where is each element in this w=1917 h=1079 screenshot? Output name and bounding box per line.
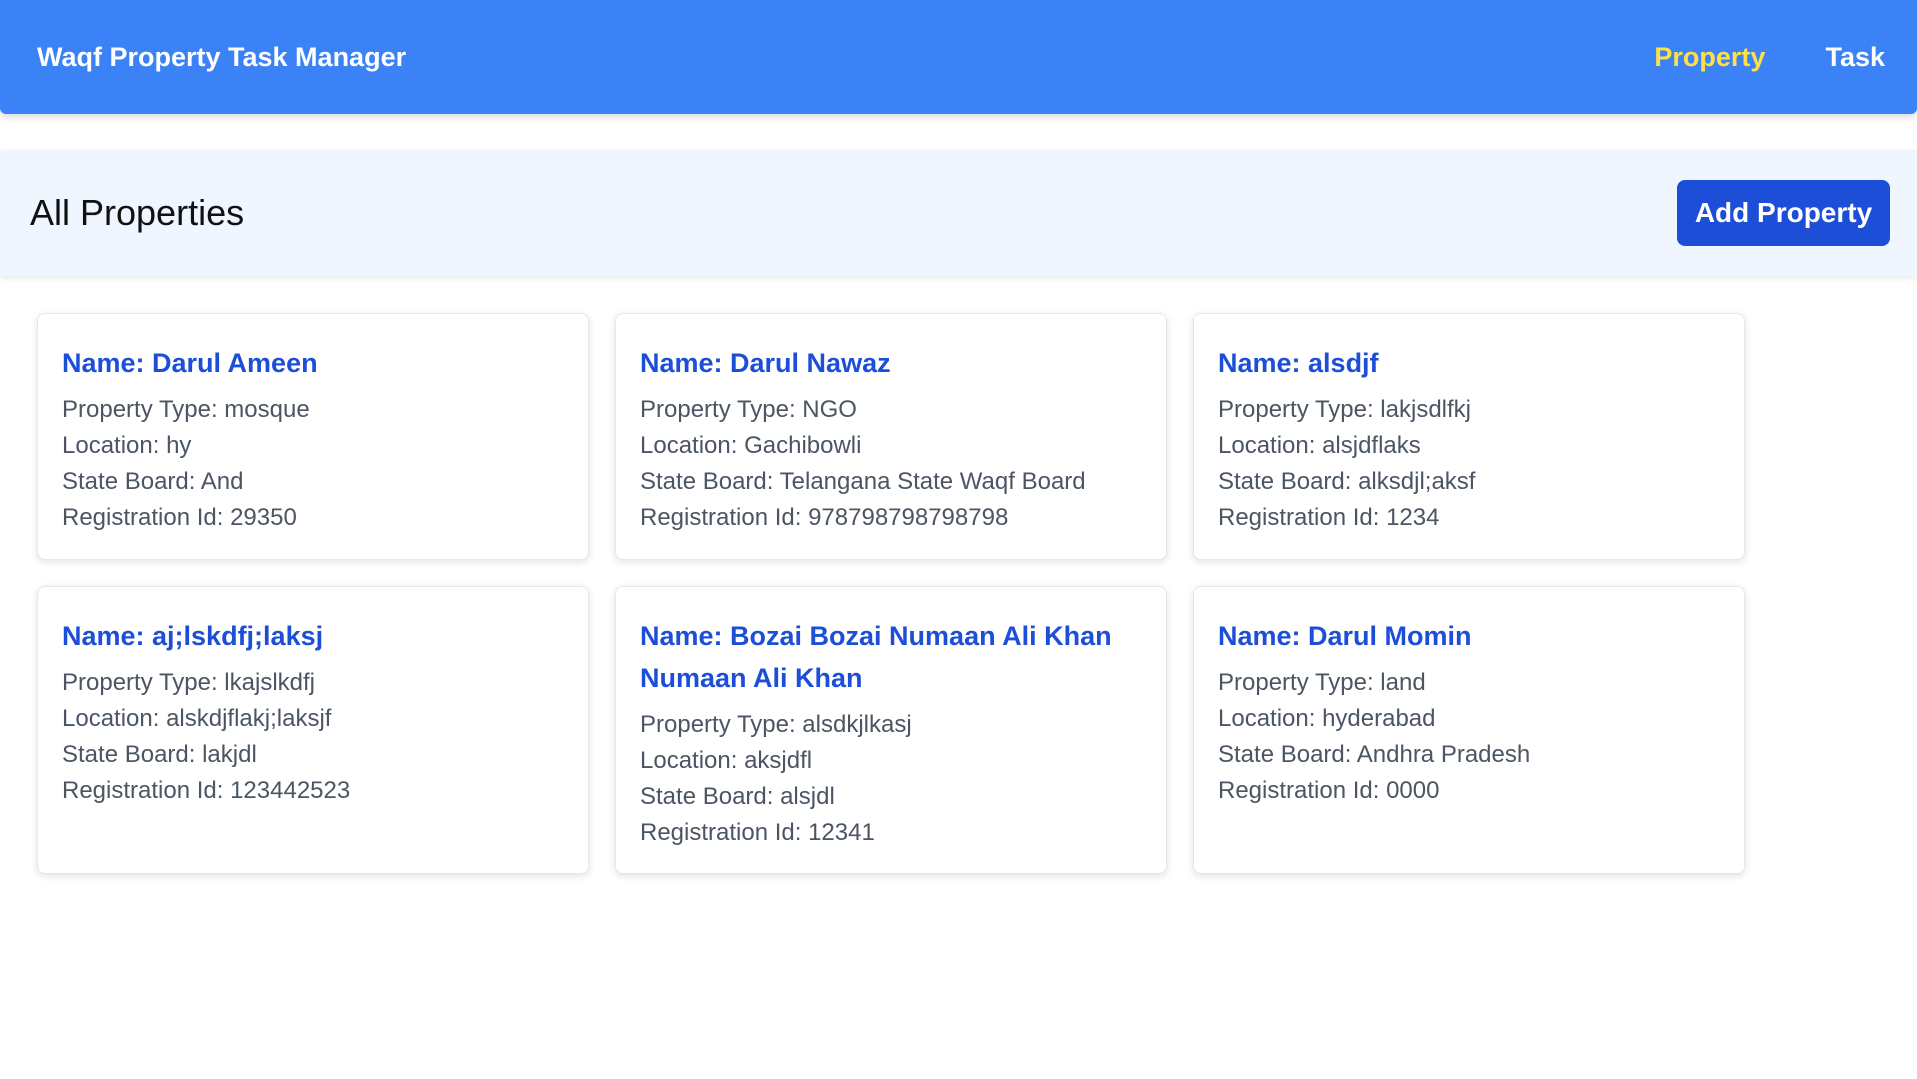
property-state-board: State Board: alsjdl bbox=[640, 783, 835, 810]
property-card[interactable]: Name: Darul Nawaz Property Type: NGO Loc… bbox=[615, 313, 1167, 560]
property-registration-id: Registration Id: 1234 bbox=[1218, 504, 1440, 531]
property-card[interactable]: Name: aj;lskdfj;laksj Property Type: lka… bbox=[37, 586, 589, 874]
property-state-board: State Board: Andhra Pradesh bbox=[1218, 741, 1531, 768]
property-registration-id: Registration Id: 29350 bbox=[62, 504, 297, 531]
property-name: Name: Darul Nawaz bbox=[640, 348, 891, 378]
property-location: Location: hyderabad bbox=[1218, 705, 1436, 732]
property-registration-id: Registration Id: 123442523 bbox=[62, 777, 351, 804]
property-location: Location: alskdjflakj;laksjf bbox=[62, 705, 332, 732]
add-property-button[interactable]: Add Property bbox=[1677, 180, 1890, 246]
property-type: Property Type: land bbox=[1218, 669, 1426, 696]
property-location: Location: alsjdflaks bbox=[1218, 432, 1421, 459]
property-grid: Name: Darul Ameen Property Type: mosque … bbox=[37, 313, 1745, 874]
property-location: Location: aksjdfl bbox=[640, 747, 813, 774]
property-location: Location: Gachibowli bbox=[640, 432, 862, 459]
property-registration-id: Registration Id: 0000 bbox=[1218, 777, 1440, 804]
property-name: Name: Bozai Bozai Numaan Ali Khan Numaan… bbox=[640, 621, 1112, 693]
property-state-board: State Board: Telangana State Waqf Board bbox=[640, 468, 1086, 495]
property-type: Property Type: lkajslkdfj bbox=[62, 669, 315, 696]
property-card[interactable]: Name: Darul Momin Property Type: land Lo… bbox=[1193, 586, 1745, 874]
app-title: Waqf Property Task Manager bbox=[37, 41, 407, 72]
property-state-board: State Board: And bbox=[62, 468, 244, 495]
property-state-board: State Board: lakjdl bbox=[62, 741, 257, 768]
nav-links: Property Task bbox=[1654, 42, 1885, 73]
property-registration-id: Registration Id: 978798798798798 bbox=[640, 504, 1009, 531]
property-card[interactable]: Name: Bozai Bozai Numaan Ali Khan Numaan… bbox=[615, 586, 1167, 874]
property-name: Name: aj;lskdfj;laksj bbox=[62, 621, 324, 651]
property-name: Name: Darul Ameen bbox=[62, 348, 318, 378]
property-type: Property Type: lakjsdlfkj bbox=[1218, 396, 1471, 423]
property-card[interactable]: Name: Darul Ameen Property Type: mosque … bbox=[37, 313, 589, 560]
page-title: All Properties bbox=[30, 192, 245, 233]
property-location: Location: hy bbox=[62, 432, 192, 459]
property-card[interactable]: Name: alsdjf Property Type: lakjsdlfkj L… bbox=[1193, 313, 1745, 560]
property-type: Property Type: mosque bbox=[62, 396, 310, 423]
top-navbar: Waqf Property Task Manager Property Task bbox=[0, 0, 1917, 114]
property-type: Property Type: NGO bbox=[640, 396, 857, 423]
page-header: All Properties Add Property bbox=[0, 150, 1917, 276]
property-state-board: State Board: alksdjl;aksf bbox=[1218, 468, 1476, 495]
nav-link-property[interactable]: Property bbox=[1654, 42, 1765, 73]
property-type: Property Type: alsdkjlkasj bbox=[640, 711, 912, 738]
property-registration-id: Registration Id: 12341 bbox=[640, 819, 875, 846]
property-name: Name: alsdjf bbox=[1218, 348, 1379, 378]
property-name: Name: Darul Momin bbox=[1218, 621, 1472, 651]
nav-link-task[interactable]: Task bbox=[1825, 42, 1885, 73]
